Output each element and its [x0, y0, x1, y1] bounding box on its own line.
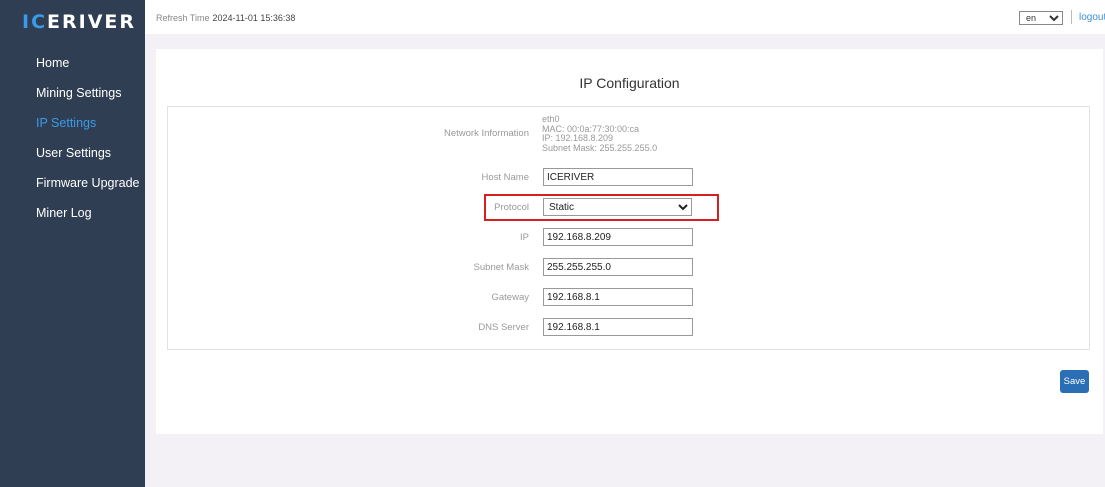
logo-part-white: ERIVER [47, 11, 137, 33]
top-bar: Refresh Time 2024-11-01 15:36:38 en logou… [145, 0, 1105, 34]
refresh-time-label: Refresh Time [156, 13, 210, 23]
ip-label: IP [520, 232, 529, 243]
protocol-select[interactable]: Static [543, 198, 692, 216]
network-info-label: Network Information [443, 128, 529, 139]
dns-server-input[interactable] [543, 318, 693, 336]
network-subnet: Subnet Mask: 255.255.255.0 [542, 142, 658, 153]
page-title: IP Configuration [579, 75, 680, 91]
host-name-input[interactable] [543, 168, 693, 186]
ip-config-form: Network Information eth0 MAC: 00:0a:77:3… [167, 106, 1090, 350]
subnet-mask-label: Subnet Mask [473, 262, 529, 273]
iceriver-logo: IC ERIVER [22, 11, 137, 33]
sidebar-item-ip-settings[interactable]: IP Settings [0, 108, 145, 138]
host-name-label: Host Name [481, 172, 529, 183]
sidebar-item-firmware-upgrade[interactable]: Firmware Upgrade [0, 168, 145, 198]
sidebar-item-mining-settings[interactable]: Mining Settings [0, 78, 145, 108]
sidebar-item-home[interactable]: Home [0, 48, 145, 78]
sidebar: IC ERIVER Home Mining Settings IP Setting… [0, 0, 145, 487]
subnet-mask-input[interactable] [543, 258, 693, 276]
topbar-divider [1071, 10, 1072, 24]
sidebar-nav: Home Mining Settings IP Settings User Se… [0, 48, 145, 228]
network-info: eth0 MAC: 00:0a:77:30:00:ca IP: 192.168.… [542, 114, 658, 153]
gateway-label: Gateway [491, 292, 530, 303]
sidebar-item-miner-log[interactable]: Miner Log [0, 198, 145, 228]
gateway-input[interactable] [543, 288, 693, 306]
save-button[interactable]: Save [1060, 370, 1089, 393]
protocol-label: Protocol [494, 202, 529, 213]
logo-part-blue: IC [22, 11, 48, 33]
refresh-time-value: 2024-11-01 15:36:38 [212, 13, 296, 23]
logout-link[interactable]: logout [1079, 12, 1105, 23]
dns-server-label: DNS Server [478, 322, 529, 333]
refresh-time: Refresh Time 2024-11-01 15:36:38 [156, 13, 295, 23]
language-select[interactable]: en [1019, 11, 1063, 25]
ip-input[interactable] [543, 228, 693, 246]
sidebar-item-user-settings[interactable]: User Settings [0, 138, 145, 168]
ip-configuration-card: IP Configuration Network Information eth… [156, 49, 1103, 434]
